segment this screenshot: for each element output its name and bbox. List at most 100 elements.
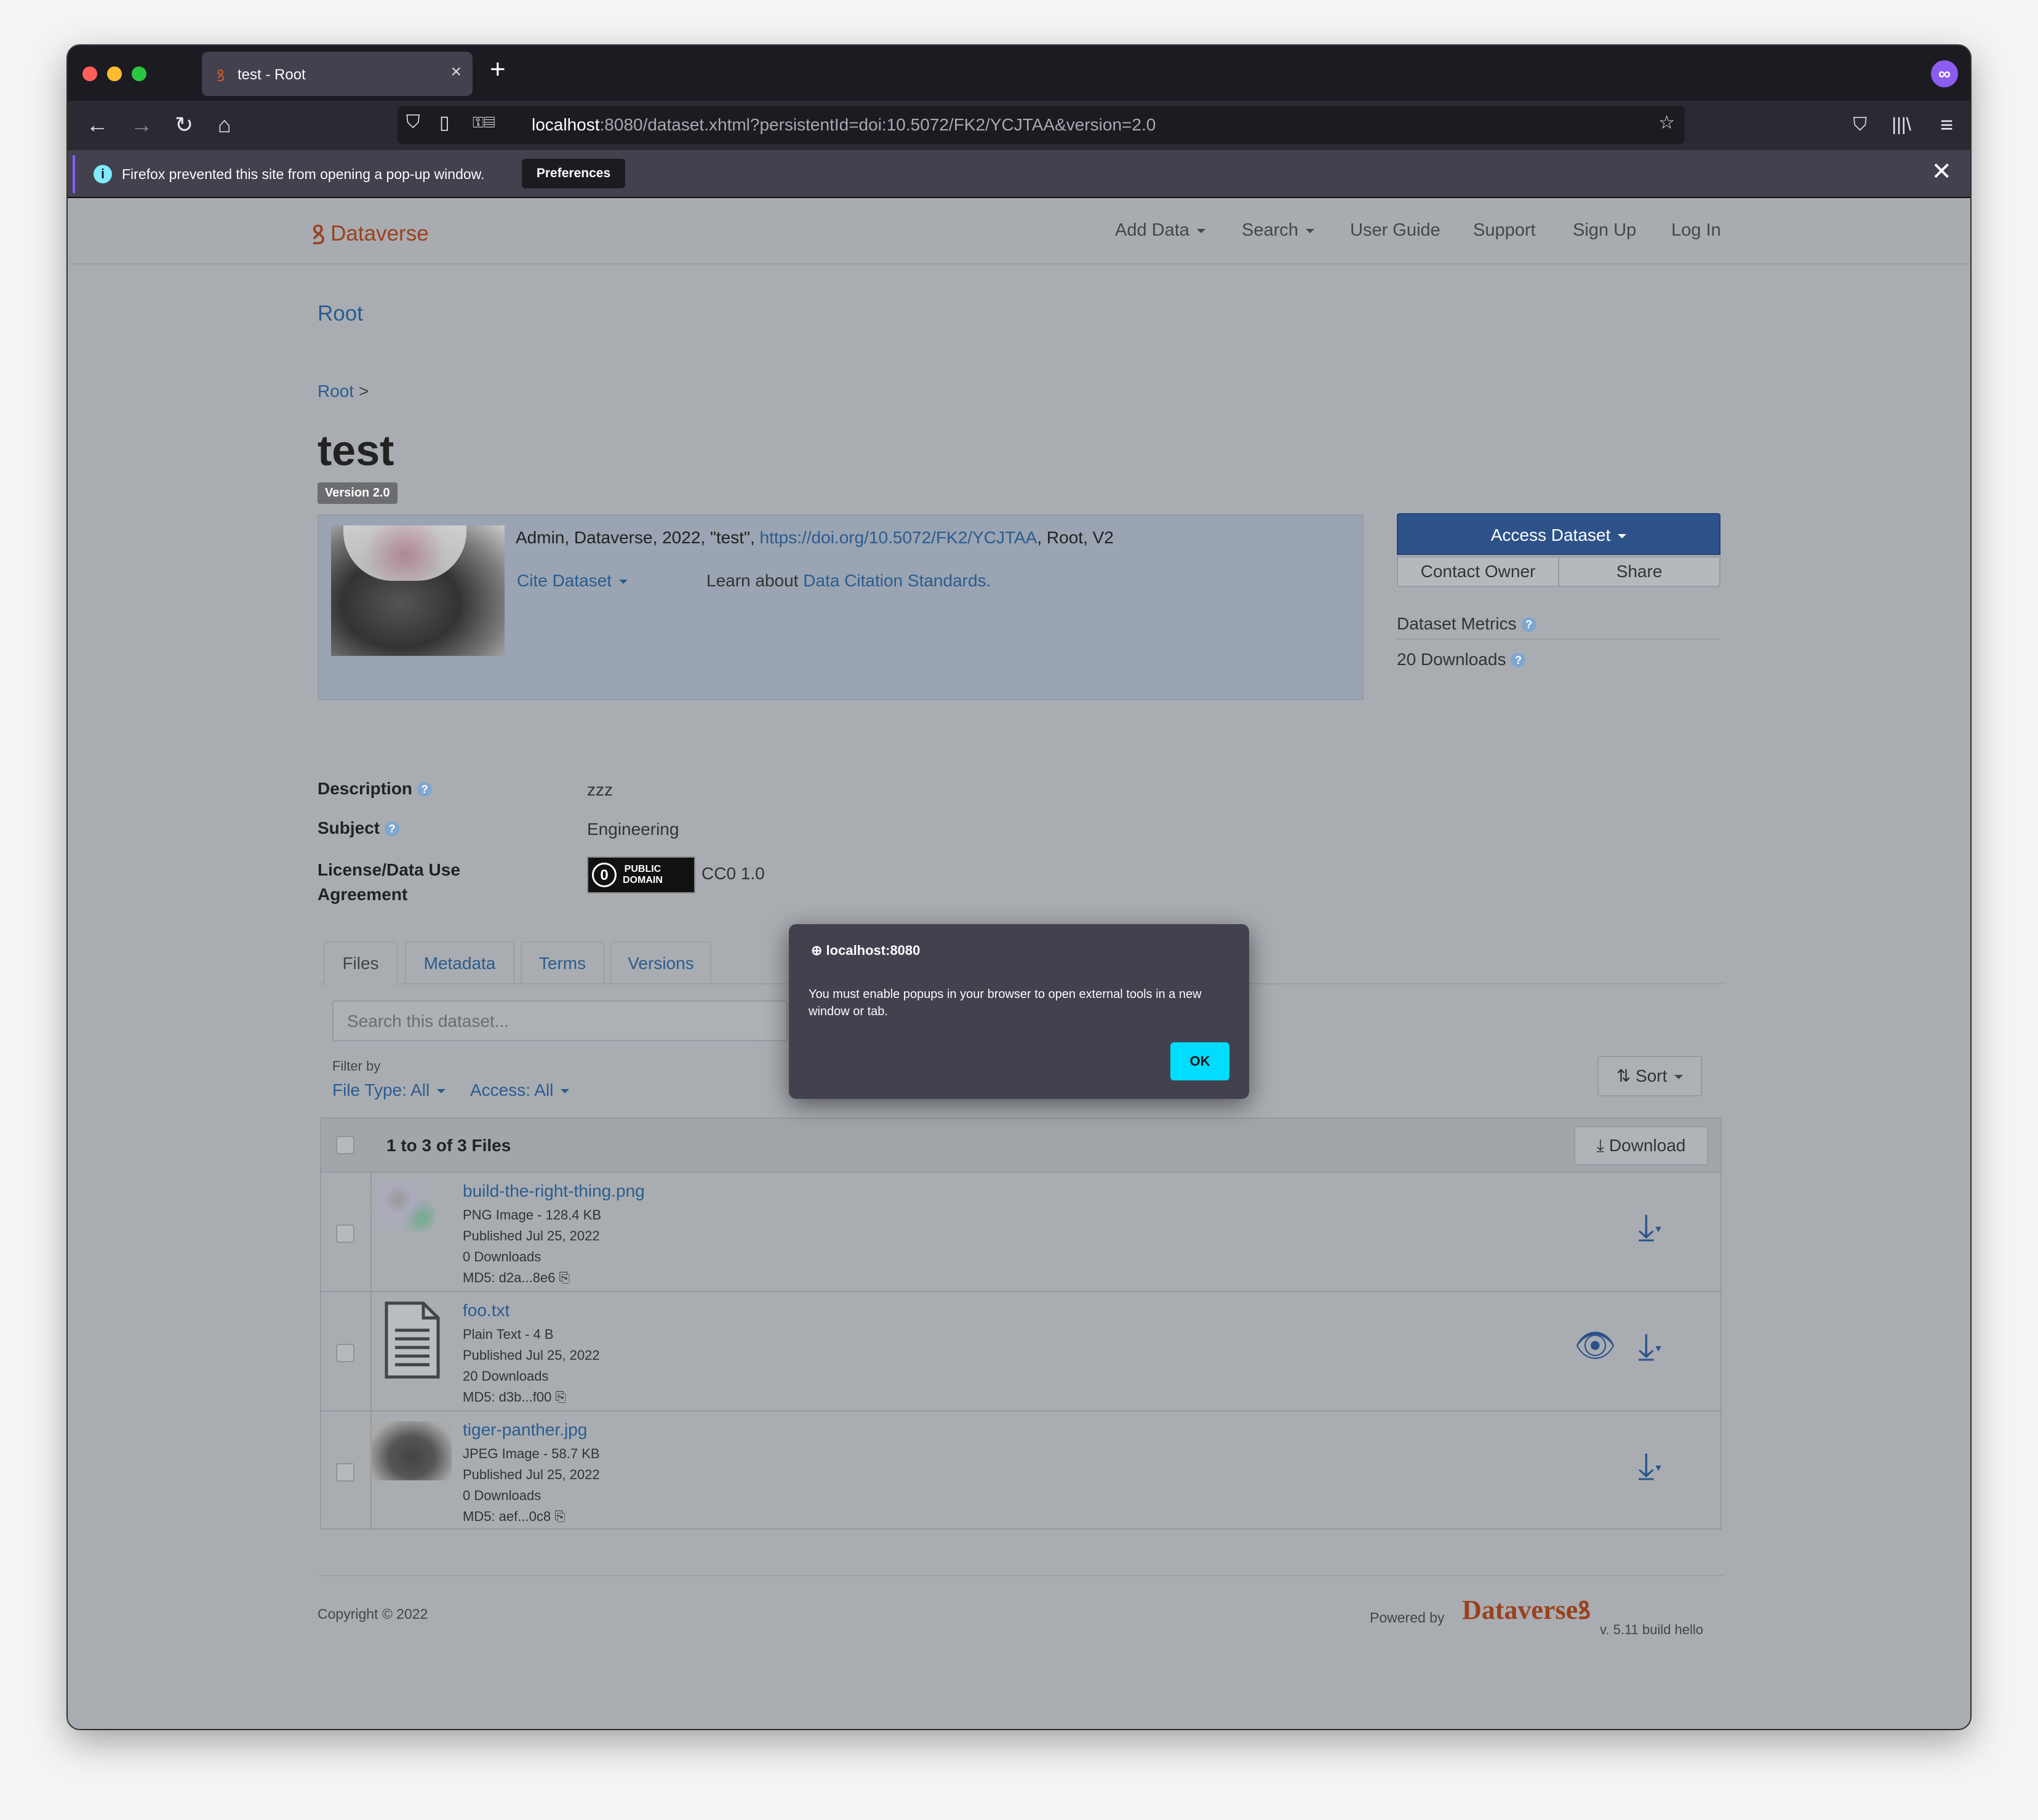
menu-label: Search bbox=[1242, 220, 1298, 240]
file-download-icon[interactable]: ⤓ ▾ bbox=[1638, 1206, 1661, 1249]
dialog-host: ⊕ localhost:8080 bbox=[811, 943, 920, 959]
file-name-link[interactable]: tiger-panther.jpg bbox=[463, 1420, 587, 1440]
file-info: Plain Text - 4 B Published Jul 25, 2022 20… bbox=[463, 1324, 600, 1408]
select-all-checkbox[interactable] bbox=[336, 1136, 354, 1154]
new-tab-icon[interactable]: + bbox=[490, 54, 506, 85]
back-icon[interactable]: ← bbox=[86, 112, 108, 138]
file-checkbox[interactable] bbox=[336, 1463, 354, 1482]
file-download-icon[interactable]: ⤓ ▾ bbox=[1638, 1325, 1661, 1368]
pocket-icon[interactable]: ⛉ bbox=[1853, 114, 1868, 135]
page-icon[interactable]: ▯ bbox=[439, 112, 450, 134]
minimize-window-button[interactable] bbox=[107, 66, 122, 81]
permissions-icon[interactable]: ⚿▤ bbox=[473, 114, 495, 132]
dataverse-title[interactable]: Root bbox=[318, 301, 363, 326]
copy-icon[interactable]: ⎘ bbox=[554, 1509, 565, 1524]
access-label: Access Dataset bbox=[1490, 525, 1611, 545]
sort-button[interactable]: ⇅ Sort bbox=[1597, 1056, 1702, 1096]
help-icon[interactable]: ? bbox=[1521, 617, 1536, 632]
close-notification-icon[interactable]: ✕ bbox=[1931, 158, 1952, 186]
help-icon[interactable]: ? bbox=[417, 782, 433, 797]
cite-dataset-button[interactable]: Cite Dataset bbox=[517, 571, 628, 591]
download-button[interactable]: ⤓ Download bbox=[1574, 1126, 1708, 1165]
ok-button[interactable]: OK bbox=[1170, 1042, 1229, 1080]
preferences-button[interactable]: Preferences bbox=[522, 159, 625, 188]
files-table-header: 1 to 3 of 3 Files ⤓ Download bbox=[321, 1119, 1720, 1173]
citation-doi-link[interactable]: https://doi.org/10.5072/FK2/YCJTAA bbox=[760, 528, 1037, 547]
help-icon[interactable]: ? bbox=[1511, 653, 1526, 668]
bookmark-star-icon[interactable]: ☆ bbox=[1658, 112, 1675, 134]
badge-line2: DOMAIN bbox=[623, 875, 663, 885]
menu-search[interactable]: Search bbox=[1242, 220, 1314, 241]
menu-icon[interactable]: ≡ bbox=[1940, 112, 1953, 138]
access-filter[interactable]: Access: All bbox=[470, 1080, 570, 1100]
download-label: Download bbox=[1608, 1136, 1686, 1155]
file-name-link[interactable]: foo.txt bbox=[463, 1301, 509, 1320]
file-md5: MD5: aef...0c8 bbox=[463, 1509, 551, 1524]
dataverse-logo[interactable]: ꝸ Dataverse bbox=[311, 215, 429, 252]
file-checkbox[interactable] bbox=[336, 1344, 354, 1362]
caret-down-icon bbox=[1196, 228, 1205, 233]
tab-versions[interactable]: Versions bbox=[610, 941, 711, 984]
reload-icon[interactable]: ↻ bbox=[175, 112, 193, 138]
file-type: PNG Image - 128.4 KB bbox=[463, 1207, 601, 1223]
file-type: Plain Text - 4 B bbox=[463, 1327, 554, 1342]
close-window-button[interactable] bbox=[82, 66, 97, 81]
help-icon[interactable]: ? bbox=[385, 821, 400, 836]
preview-eye-icon[interactable]: 👁 bbox=[1574, 1327, 1616, 1365]
popup-alert-dialog: ⊕ localhost:8080 You must enable popups … bbox=[789, 924, 1249, 1099]
address-bar[interactable]: ⛉ ▯ ⚿▤ localhost:8080/dataset.xhtml?pers… bbox=[398, 106, 1685, 144]
tab-terms[interactable]: Terms bbox=[521, 941, 604, 984]
file-info: JPEG Image - 58.7 KB Published Jul 25, 20… bbox=[463, 1443, 600, 1527]
sort-label: Sort bbox=[1635, 1066, 1668, 1085]
search-dataset-input[interactable]: Search this dataset... bbox=[332, 1000, 788, 1041]
breadcrumb-root[interactable]: Root bbox=[318, 381, 354, 401]
menu-user-guide[interactable]: User Guide bbox=[1350, 220, 1441, 241]
forward-icon[interactable]: → bbox=[130, 112, 153, 138]
file-checkbox[interactable] bbox=[336, 1224, 354, 1243]
license-link[interactable]: CC0 1.0 bbox=[701, 864, 765, 884]
file-type-filter[interactable]: File Type: All bbox=[332, 1080, 446, 1100]
filter-label: Filter by bbox=[332, 1058, 381, 1074]
home-icon[interactable]: ⌂ bbox=[218, 112, 231, 138]
url-host: localhost bbox=[532, 115, 600, 134]
shield-icon[interactable]: ⛉ bbox=[406, 112, 420, 133]
file-md5: MD5: d3b...f00 bbox=[463, 1389, 552, 1405]
tab-bar: ꝸ test - Root × + ∞ bbox=[68, 46, 1970, 101]
menu-sign-up[interactable]: Sign Up bbox=[1573, 220, 1636, 241]
copy-icon[interactable]: ⎘ bbox=[559, 1270, 570, 1285]
access-dataset-button[interactable]: Access Dataset bbox=[1397, 513, 1720, 555]
contact-owner-button[interactable]: Contact Owner bbox=[1397, 556, 1559, 587]
library-icon[interactable]: |||\ bbox=[1892, 114, 1911, 135]
notification-message: Firefox prevented this site from opening… bbox=[122, 166, 485, 182]
dialog-host-text: localhost:8080 bbox=[826, 943, 921, 958]
breadcrumb-separator: > bbox=[358, 381, 369, 401]
file-download-icon[interactable]: ⤓ ▾ bbox=[1638, 1445, 1661, 1488]
url-path: :8080/dataset.xhtml?persistentId=doi:10.… bbox=[599, 115, 1156, 134]
browser-tab[interactable]: ꝸ test - Root × bbox=[202, 52, 473, 96]
close-tab-icon[interactable]: × bbox=[450, 62, 462, 82]
zero-icon: 0 bbox=[592, 863, 617, 887]
subject-label: Subject? bbox=[318, 818, 400, 838]
file-name-link[interactable]: build-the-right-thing.png bbox=[463, 1181, 645, 1201]
tab-metadata[interactable]: Metadata bbox=[405, 941, 514, 984]
downloads-count: 20 Downloads? bbox=[1397, 650, 1526, 669]
caret-down-icon bbox=[1674, 1075, 1684, 1080]
menu-log-in[interactable]: Log In bbox=[1671, 220, 1721, 241]
file-downloads: 20 Downloads bbox=[463, 1368, 549, 1384]
tab-files[interactable]: Files bbox=[324, 941, 398, 986]
caret-down-icon bbox=[437, 1089, 446, 1094]
copy-icon[interactable]: ⎘ bbox=[555, 1389, 566, 1405]
dataverse-logo-icon: ꝸ bbox=[1578, 1597, 1591, 1624]
zoom-window-button[interactable] bbox=[132, 66, 146, 81]
citation-standards-link[interactable]: Data Citation Standards. bbox=[803, 571, 991, 590]
menu-add-data[interactable]: Add Data bbox=[1115, 220, 1205, 241]
menu-support[interactable]: Support bbox=[1473, 220, 1536, 241]
browser-window: ꝸ test - Root × + ∞ ← → ↻ ⌂ ⛉ ▯ ⚿▤ local… bbox=[68, 46, 1970, 1729]
subject-value: Engineering bbox=[587, 820, 679, 839]
copyright: Copyright © 2022 bbox=[318, 1606, 428, 1622]
share-button[interactable]: Share bbox=[1558, 556, 1720, 587]
globe-icon: ⊕ bbox=[811, 943, 826, 958]
dataverse-project-logo[interactable]: Dataverseꝸ bbox=[1462, 1592, 1591, 1626]
popup-blocked-notification: i Firefox prevented this site from openi… bbox=[68, 150, 1970, 198]
file-info: PNG Image - 128.4 KB Published Jul 25, 20… bbox=[463, 1205, 601, 1288]
